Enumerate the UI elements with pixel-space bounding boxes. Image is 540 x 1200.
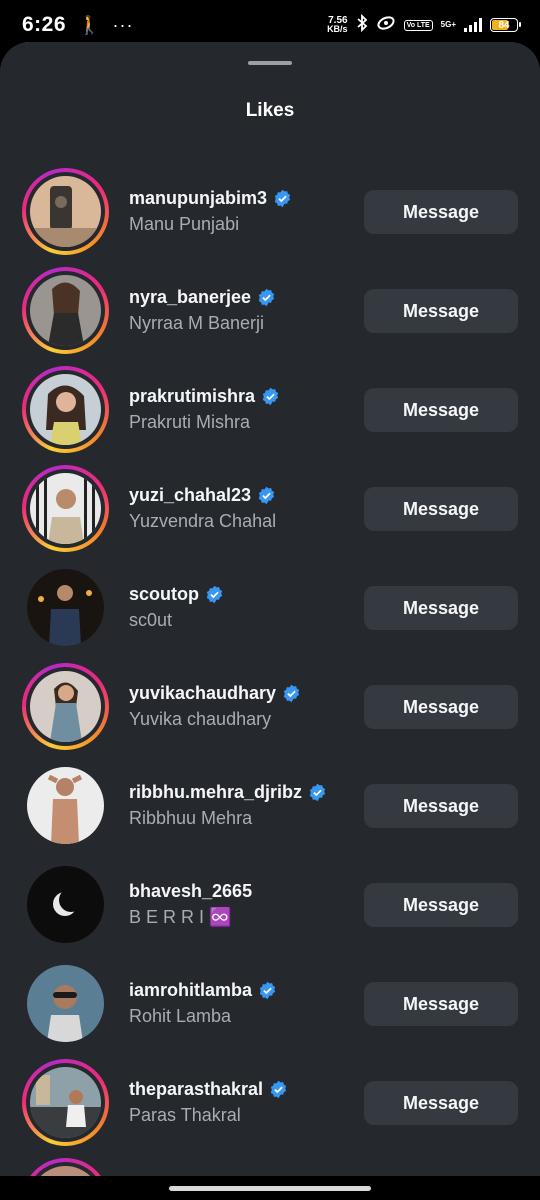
message-button[interactable]: Message bbox=[364, 190, 518, 234]
speed-unit: KB/s bbox=[327, 24, 348, 34]
story-ring[interactable] bbox=[22, 663, 109, 750]
network-type: 5G+ bbox=[440, 20, 456, 29]
message-button[interactable]: Message bbox=[364, 685, 518, 729]
full-name: B E R R I ♾️ bbox=[129, 907, 232, 927]
like-row[interactable]: bhavesh_2665 B E R R I ♾️ Message bbox=[0, 861, 540, 960]
like-row[interactable]: yuzi_chahal23 Yuzvendra Chahal Message bbox=[0, 465, 540, 564]
username[interactable]: prakrutimishra bbox=[129, 386, 255, 407]
message-button[interactable]: Message bbox=[364, 388, 518, 432]
full-name: Nyrraa M Banerji bbox=[129, 313, 265, 333]
full-name: Yuzvendra Chahal bbox=[129, 511, 277, 531]
story-ring[interactable] bbox=[22, 1059, 109, 1146]
status-time: 6:26 bbox=[22, 13, 67, 36]
signal-icon bbox=[464, 18, 482, 32]
system-nav-bar bbox=[0, 1176, 540, 1200]
avatar[interactable] bbox=[27, 965, 104, 1042]
verified-badge-icon bbox=[274, 189, 291, 208]
username[interactable]: iamrohitlamba bbox=[129, 980, 252, 1001]
bluetooth-icon bbox=[356, 13, 368, 37]
avatar[interactable] bbox=[30, 275, 101, 346]
full-name: Rohit Lamba bbox=[129, 1006, 232, 1026]
walking-icon: 🚶 bbox=[78, 14, 101, 35]
sheet-header: Likes bbox=[0, 42, 540, 138]
verified-badge-icon bbox=[258, 288, 275, 307]
like-row[interactable]: manupunjabim3 Manu Punjabi Message bbox=[0, 168, 540, 267]
avatar[interactable] bbox=[30, 473, 101, 544]
avatar[interactable] bbox=[30, 176, 101, 247]
full-name: Prakruti Mishra bbox=[129, 412, 251, 432]
verified-badge-icon bbox=[283, 684, 300, 703]
battery-icon: 84 bbox=[490, 18, 521, 32]
avatar[interactable] bbox=[27, 767, 104, 844]
full-name: Yuvika chaudhary bbox=[129, 709, 272, 729]
avatar[interactable] bbox=[30, 374, 101, 445]
story-ring[interactable] bbox=[22, 168, 109, 255]
username[interactable]: bhavesh_2665 bbox=[129, 881, 252, 902]
home-gesture-handle[interactable] bbox=[169, 1186, 371, 1191]
likes-sheet: manupunjabim3 Manu Punjabi Message nyra_… bbox=[0, 42, 540, 1200]
drag-handle[interactable] bbox=[248, 61, 292, 65]
username[interactable]: scoutop bbox=[129, 584, 199, 605]
username[interactable]: ribbhu.mehra_djribz bbox=[129, 782, 302, 803]
header-divider bbox=[0, 138, 540, 139]
like-row[interactable]: yuvikachaudhary Yuvika chaudhary Message bbox=[0, 663, 540, 762]
verified-badge-icon bbox=[259, 981, 276, 1000]
username[interactable]: yuvikachaudhary bbox=[129, 683, 276, 704]
username[interactable]: nyra_banerjee bbox=[129, 287, 251, 308]
username[interactable]: yuzi_chahal23 bbox=[129, 485, 251, 506]
full-name: Manu Punjabi bbox=[129, 214, 240, 234]
avatar-frame[interactable] bbox=[22, 564, 109, 651]
sheet-title: Likes bbox=[245, 100, 295, 121]
verified-badge-icon bbox=[258, 486, 275, 505]
verified-badge-icon bbox=[206, 585, 223, 604]
like-row[interactable]: ribbhu.mehra_djribz Ribbhuu Mehra Messag… bbox=[0, 762, 540, 861]
verified-badge-icon bbox=[270, 1080, 287, 1099]
verified-badge-icon bbox=[262, 387, 279, 406]
message-button[interactable]: Message bbox=[364, 982, 518, 1026]
like-row[interactable]: scoutop sc0ut Message bbox=[0, 564, 540, 663]
like-row[interactable]: nyra_banerjee Nyrraa M Banerji Message bbox=[0, 267, 540, 366]
username[interactable]: theparasthakral bbox=[129, 1079, 263, 1100]
story-ring[interactable] bbox=[22, 366, 109, 453]
full-name: Paras Thakral bbox=[129, 1105, 241, 1125]
full-name: Ribbhuu Mehra bbox=[129, 808, 253, 828]
avatar[interactable] bbox=[27, 569, 104, 646]
avatar-frame[interactable] bbox=[22, 762, 109, 849]
like-row[interactable]: theparasthakral Paras Thakral Message bbox=[0, 1059, 540, 1158]
message-button[interactable]: Message bbox=[364, 289, 518, 333]
more-notifications-icon: ··· bbox=[112, 14, 134, 35]
message-button[interactable]: Message bbox=[364, 883, 518, 927]
verified-badge-icon bbox=[309, 783, 326, 802]
avatar[interactable] bbox=[30, 1067, 101, 1138]
battery-level: 84 bbox=[498, 19, 510, 31]
message-button[interactable]: Message bbox=[364, 487, 518, 531]
avatar[interactable] bbox=[27, 866, 104, 943]
full-name: sc0ut bbox=[129, 610, 173, 630]
avatar[interactable] bbox=[30, 671, 101, 742]
avatar-frame[interactable] bbox=[22, 960, 109, 1047]
hotspot-link-icon bbox=[376, 15, 396, 36]
story-ring[interactable] bbox=[22, 267, 109, 354]
volte-icon: Vo LTE bbox=[403, 19, 433, 31]
avatar-frame[interactable] bbox=[22, 861, 109, 948]
network-speed: 7.56 KB/s bbox=[327, 16, 348, 34]
story-ring[interactable] bbox=[22, 465, 109, 552]
like-row[interactable]: prakrutimishra Prakruti Mishra Message bbox=[0, 366, 540, 465]
username[interactable]: manupunjabim3 bbox=[129, 188, 267, 209]
like-row[interactable]: iamrohitlamba Rohit Lamba Message bbox=[0, 960, 540, 1059]
message-button[interactable]: Message bbox=[364, 586, 518, 630]
message-button[interactable]: Message bbox=[364, 1081, 518, 1125]
message-button[interactable]: Message bbox=[364, 784, 518, 828]
